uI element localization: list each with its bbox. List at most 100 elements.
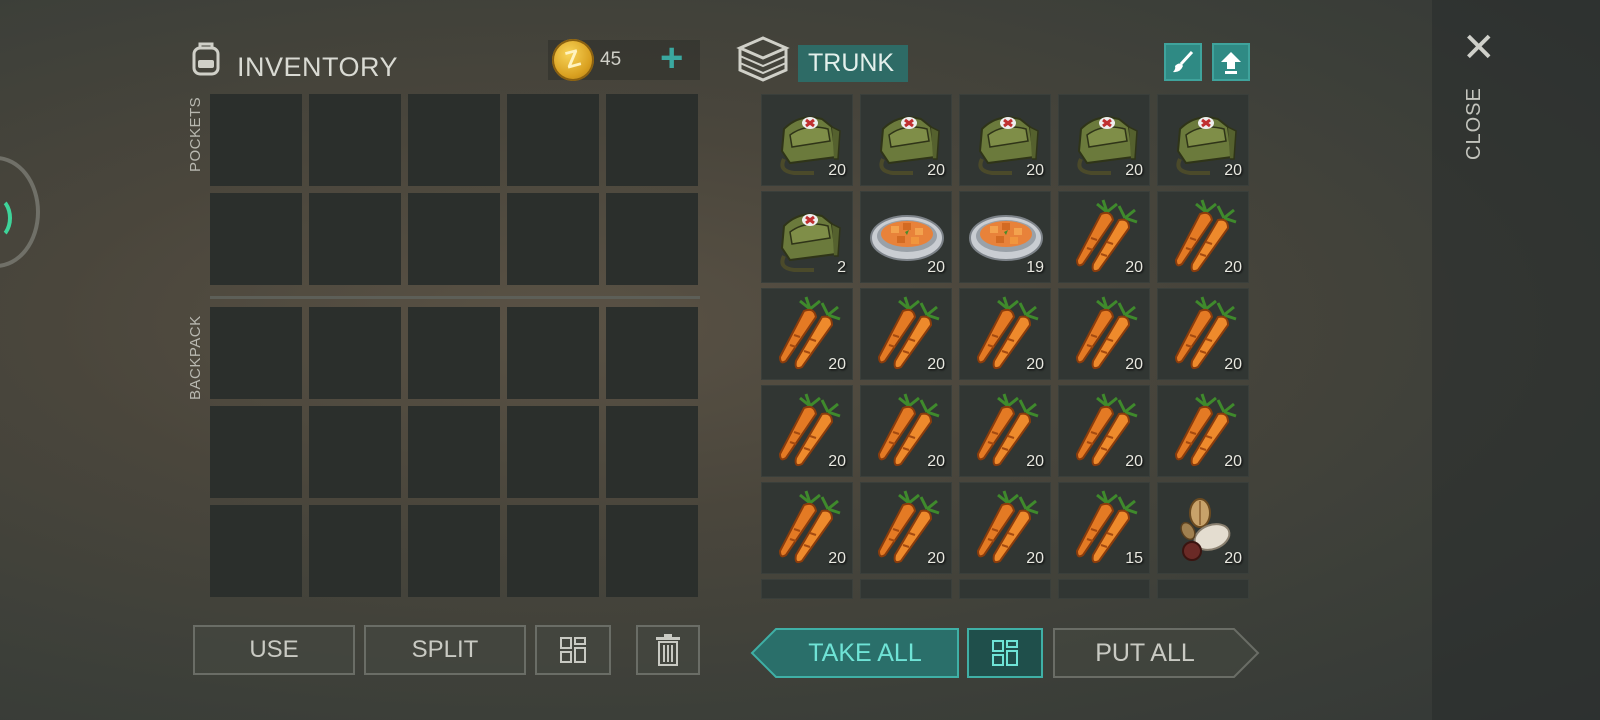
put-all-button[interactable]: PUT ALL xyxy=(1052,627,1260,679)
item-count: 20 xyxy=(927,162,945,179)
trunk-slot[interactable]: 15 xyxy=(1058,482,1150,574)
backpack-slot[interactable] xyxy=(309,505,401,597)
add-coins-button[interactable]: + xyxy=(660,36,683,80)
item-count: 20 xyxy=(1125,453,1143,470)
trunk-slot[interactable]: 20 xyxy=(1157,94,1249,186)
backpack-slot[interactable] xyxy=(408,307,500,399)
backpack-slot[interactable] xyxy=(210,406,302,498)
use-button[interactable]: USE xyxy=(193,625,355,675)
trunk-slot[interactable]: 2 xyxy=(761,191,853,283)
trunk-slot[interactable]: 20 xyxy=(860,94,952,186)
pocket-slot[interactable] xyxy=(408,193,500,285)
trunk-slot-partial[interactable] xyxy=(1058,579,1150,599)
trunk-slot-partial[interactable] xyxy=(860,579,952,599)
backpack-slot[interactable] xyxy=(408,406,500,498)
take-all-label: TAKE ALL xyxy=(808,638,922,667)
backpack-slot[interactable] xyxy=(507,307,599,399)
inventory-title: INVENTORY xyxy=(237,52,399,82)
item-count: 20 xyxy=(1224,259,1242,276)
trunk-slot[interactable]: 20 xyxy=(1157,191,1249,283)
backpack-slot[interactable] xyxy=(210,307,302,399)
backpack-slot[interactable] xyxy=(507,505,599,597)
item-count: 15 xyxy=(1125,550,1143,567)
pocket-slot[interactable] xyxy=(606,94,698,186)
trunk-title: TRUNK xyxy=(798,45,908,82)
pocket-slot[interactable] xyxy=(210,193,302,285)
backpack-slot[interactable] xyxy=(408,505,500,597)
brush-icon xyxy=(1173,50,1194,73)
trunk-slot-partial[interactable] xyxy=(959,579,1051,599)
pocket-slot[interactable] xyxy=(309,193,401,285)
split-button[interactable]: SPLIT xyxy=(364,625,526,675)
trunk-slot[interactable]: 20 xyxy=(761,94,853,186)
pocket-slot[interactable] xyxy=(507,193,599,285)
item-count: 19 xyxy=(1026,259,1044,276)
arrange-trunk-button[interactable] xyxy=(967,628,1043,678)
trunk-slot[interactable]: 20 xyxy=(1058,191,1150,283)
item-count: 20 xyxy=(927,550,945,567)
trunk-slot[interactable]: 20 xyxy=(761,288,853,380)
item-count: 20 xyxy=(927,259,945,276)
pocket-slot[interactable] xyxy=(606,193,698,285)
item-count: 20 xyxy=(828,550,846,567)
coin-count: 45 xyxy=(600,49,622,70)
pocket-slot[interactable] xyxy=(507,94,599,186)
trunk-slot-partial[interactable] xyxy=(1157,579,1249,599)
trunk-slot[interactable]: 20 xyxy=(761,482,853,574)
close-icon[interactable]: ✕ xyxy=(1462,28,1496,68)
clean-brush-button[interactable] xyxy=(1164,43,1202,81)
trunk-slot[interactable]: 20 xyxy=(959,482,1051,574)
trunk-slot[interactable]: 20 xyxy=(1157,288,1249,380)
item-count: 20 xyxy=(1125,162,1143,179)
trunk-slot[interactable]: 20 xyxy=(1058,288,1150,380)
trunk-slot[interactable]: 20 xyxy=(959,288,1051,380)
delete-button[interactable] xyxy=(636,625,700,675)
trash-icon xyxy=(656,634,680,666)
arrow-up-icon xyxy=(1221,52,1241,74)
pockets-label: POCKETS xyxy=(187,96,204,172)
trunk-slot[interactable]: 20 xyxy=(1058,385,1150,477)
trunk-slot-partial[interactable] xyxy=(761,579,853,599)
item-count: 20 xyxy=(927,453,945,470)
trunk-slot[interactable]: 20 xyxy=(860,385,952,477)
backpack-icon xyxy=(186,38,226,78)
trunk-slot[interactable]: 20 xyxy=(1157,385,1249,477)
item-count: 20 xyxy=(828,356,846,373)
item-count: 20 xyxy=(1026,453,1044,470)
backpack-slot[interactable] xyxy=(309,307,401,399)
item-count: 20 xyxy=(1224,162,1242,179)
backpack-slot[interactable] xyxy=(309,406,401,498)
trunk-slot[interactable]: 20 xyxy=(1058,94,1150,186)
backpack-slot[interactable] xyxy=(606,406,698,498)
backpack-slot[interactable] xyxy=(606,307,698,399)
arrange-inventory-button[interactable] xyxy=(535,625,611,675)
trunk-slot[interactable]: 20 xyxy=(860,191,952,283)
trunk-slot[interactable]: 20 xyxy=(761,385,853,477)
trunk-slot[interactable]: 20 xyxy=(959,385,1051,477)
trunk-slot[interactable]: 20 xyxy=(1157,482,1249,574)
backpack-slot[interactable] xyxy=(507,406,599,498)
item-count: 20 xyxy=(828,453,846,470)
grid-arrange-icon xyxy=(992,640,1018,666)
trunk-slot[interactable]: 20 xyxy=(860,288,952,380)
item-count: 20 xyxy=(927,356,945,373)
trunk-slot[interactable]: 20 xyxy=(860,482,952,574)
item-count: 2 xyxy=(837,259,846,276)
close-label[interactable]: CLOSE xyxy=(1463,87,1486,160)
pocket-slot[interactable] xyxy=(408,94,500,186)
pocket-slot[interactable] xyxy=(309,94,401,186)
take-all-button[interactable]: TAKE ALL xyxy=(750,627,960,679)
right-side-panel xyxy=(1432,0,1600,720)
item-count: 20 xyxy=(828,162,846,179)
sort-up-button[interactable] xyxy=(1212,43,1250,81)
item-count: 20 xyxy=(1224,453,1242,470)
item-count: 20 xyxy=(1026,356,1044,373)
trunk-slot[interactable]: 19 xyxy=(959,191,1051,283)
item-count: 20 xyxy=(1224,550,1242,567)
trunk-slot[interactable]: 20 xyxy=(959,94,1051,186)
item-count: 20 xyxy=(1026,550,1044,567)
grid-arrange-icon xyxy=(560,637,586,663)
backpack-slot[interactable] xyxy=(606,505,698,597)
backpack-slot[interactable] xyxy=(210,505,302,597)
pocket-slot[interactable] xyxy=(210,94,302,186)
